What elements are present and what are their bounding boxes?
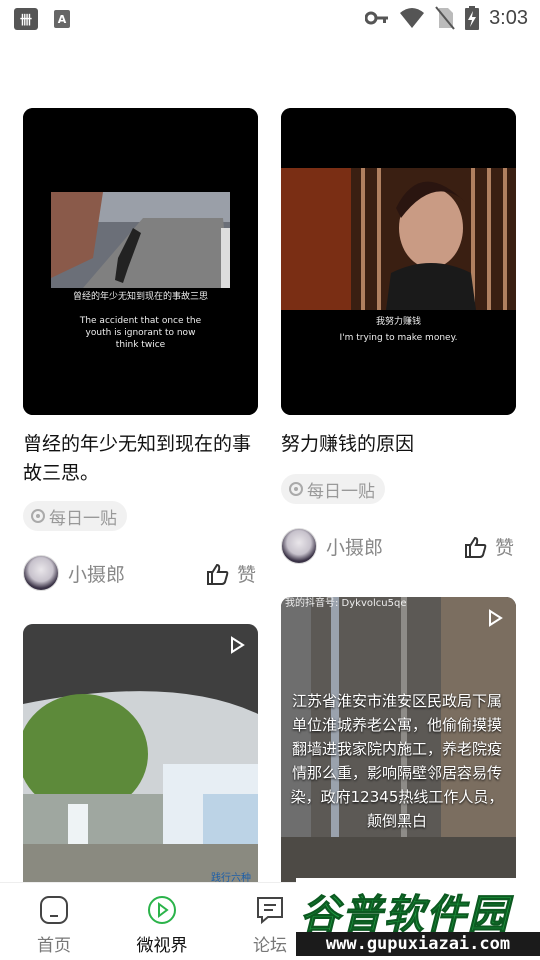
subtitle-cn: 曾经的年少无知到现在的事故三思 bbox=[72, 292, 208, 302]
video-frame-gate bbox=[23, 624, 258, 894]
author-name: 小摄郎 bbox=[326, 536, 384, 559]
topic-tag-2[interactable]: 每日一贴 bbox=[281, 474, 385, 504]
video-top-caption: 我的抖音号: Dykvolcu5qe bbox=[285, 598, 407, 609]
tab-label: 微视界 bbox=[136, 936, 188, 956]
video-overlay-text: 江苏省淮安市淮安区民政局下属单位淮城养老公寓，他偷偷摸摸翻墙进我家院内施工，养老… bbox=[290, 692, 504, 830]
topic-label: 每日一贴 bbox=[49, 508, 117, 529]
avatar bbox=[281, 528, 317, 564]
clock: 3:03 bbox=[489, 6, 528, 29]
like-button-2[interactable]: 赞 bbox=[465, 533, 514, 560]
topic-label: 每日一贴 bbox=[307, 481, 375, 502]
home-icon bbox=[40, 896, 68, 924]
battery-charging-icon bbox=[465, 6, 480, 30]
avatar bbox=[23, 555, 59, 591]
author-name: 小摄郎 bbox=[68, 563, 126, 586]
video-thumbnail-3[interactable]: 践行六种风 bbox=[23, 624, 258, 894]
subtitle-en: I'm trying to make money. bbox=[339, 333, 458, 343]
like-label: 赞 bbox=[495, 537, 515, 559]
watermark-url: www.gupuxiazai.com bbox=[296, 932, 540, 956]
thumbs-up-icon bbox=[207, 563, 229, 585]
key-icon bbox=[365, 11, 389, 25]
play-icon bbox=[489, 609, 503, 627]
like-button-1[interactable]: 赞 bbox=[207, 560, 256, 587]
chat-icon bbox=[257, 897, 283, 925]
subtitle-en: The accident that once the youth is igno… bbox=[79, 316, 202, 350]
tab-home[interactable]: 首页 bbox=[14, 895, 94, 956]
no-sim-icon bbox=[435, 6, 455, 30]
thumbs-up-icon bbox=[465, 536, 487, 558]
topic-icon bbox=[31, 509, 45, 523]
tab-label: 首页 bbox=[37, 936, 71, 956]
wifi-icon bbox=[400, 8, 425, 28]
video-frame-road bbox=[23, 108, 258, 415]
video-thumbnail-4[interactable]: 我的抖音号: Dykvolcu5qe 江苏省淮安市淮安区民政局下属单位淮城养老公… bbox=[281, 597, 516, 894]
watermark: 谷普软件园 www.gupuxiazai.com bbox=[296, 878, 540, 960]
app-screen: 卌 A 3:03 曾经的年少无知到现在的事故三思 The accident th… bbox=[0, 0, 540, 960]
subtitle-cn: 我努力赚钱 bbox=[375, 317, 421, 327]
card-title-2[interactable]: 努力赚钱的原因 bbox=[281, 430, 516, 459]
video-thumbnail-2[interactable]: 我努力赚钱 I'm trying to make money. bbox=[281, 108, 516, 415]
topic-tag-1[interactable]: 每日一贴 bbox=[23, 501, 127, 531]
video-frame-woman bbox=[281, 108, 516, 415]
a-icon: A bbox=[54, 10, 70, 28]
play-circle-icon bbox=[148, 896, 176, 924]
like-label: 赞 bbox=[237, 564, 257, 586]
status-bar: 卌 A 3:03 bbox=[0, 0, 540, 36]
tab-micro-view[interactable]: 微视界 bbox=[122, 895, 202, 956]
author-2[interactable]: 小摄郎 bbox=[281, 528, 383, 564]
app-icon: 卌 bbox=[14, 8, 38, 30]
tab-label: 论坛 bbox=[253, 936, 287, 956]
topic-icon bbox=[289, 482, 303, 496]
author-1[interactable]: 小摄郎 bbox=[23, 555, 125, 591]
card-title-1[interactable]: 曾经的年少无知到现在的事故三思。 bbox=[23, 430, 258, 488]
video-thumbnail-1[interactable]: 曾经的年少无知到现在的事故三思 The accident that once t… bbox=[23, 108, 258, 415]
play-icon bbox=[231, 636, 245, 654]
